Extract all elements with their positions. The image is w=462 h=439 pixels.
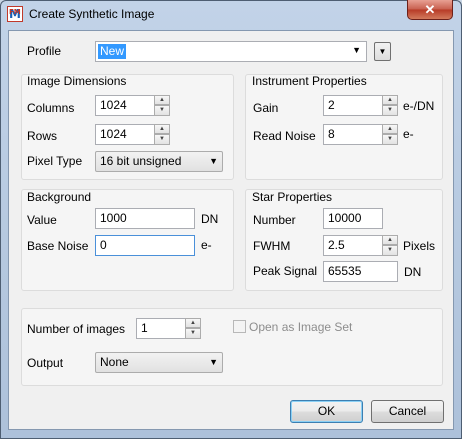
background-value-input[interactable]: 1000 [95,208,195,229]
num-images-input[interactable]: 1 [136,318,186,339]
increment-icon[interactable]: ▲ [154,95,170,105]
gain-stepper[interactable]: ▲ ▼ [382,95,398,116]
gain-label: Gain [253,101,279,115]
background-value-label: Value [27,213,57,227]
increment-icon[interactable]: ▲ [382,235,398,245]
peak-signal-label: Peak Signal [253,264,318,278]
profile-value: New [98,44,127,59]
increment-icon[interactable]: ▲ [382,95,398,105]
increment-icon[interactable]: ▲ [382,124,398,134]
base-noise-unit: e- [201,238,212,252]
peak-signal-input[interactable]: 65535 [323,261,398,282]
open-as-image-set-label: Open as Image Set [249,320,353,334]
rows-input[interactable]: 1024 [95,124,155,145]
decrement-icon[interactable]: ▼ [382,245,398,256]
cancel-button[interactable]: Cancel [371,400,444,423]
columns-stepper[interactable]: ▲ ▼ [154,95,170,116]
app-icon: FM M [7,6,23,22]
background-title: Background [27,190,92,204]
read-noise-label: Read Noise [253,129,316,143]
chevron-down-icon: ▼ [378,47,387,56]
rows-label: Rows [27,129,58,143]
output-value: None [100,355,129,369]
output-label: Output [27,356,64,370]
output-select[interactable]: None ▼ [95,352,223,373]
columns-label: Columns [27,101,75,115]
base-noise-label: Base Noise [27,239,89,253]
gain-unit: e-/DN [403,99,435,113]
star-number-label: Number [253,213,296,227]
star-number-input[interactable]: 10000 [323,208,383,229]
ok-button[interactable]: OK [290,400,363,423]
gain-input[interactable]: 2 [323,95,383,116]
chevron-down-icon: ▼ [209,357,218,367]
num-images-stepper[interactable]: ▲ ▼ [185,318,201,339]
decrement-icon[interactable]: ▼ [154,134,170,145]
read-noise-unit: e- [403,127,414,141]
fwhm-stepper[interactable]: ▲ ▼ [382,235,398,256]
fwhm-label: FWHM [253,239,291,253]
decrement-icon[interactable]: ▼ [382,134,398,145]
columns-input[interactable]: 1024 [95,95,155,116]
title-bar[interactable]: FM M Create Synthetic Image ✕ [0,0,462,30]
close-button[interactable]: ✕ [407,0,453,20]
profile-menu-button[interactable]: ▼ [374,42,391,61]
chevron-down-icon: ▼ [209,156,218,166]
increment-icon[interactable]: ▲ [154,124,170,134]
background-value-unit: DN [201,212,219,226]
window-title: Create Synthetic Image [29,7,155,21]
pixel-type-value: 16 bit unsigned [100,154,182,168]
read-noise-input[interactable]: 8 [323,124,383,145]
open-as-image-set-checkbox[interactable] [233,320,246,333]
rows-stepper[interactable]: ▲ ▼ [154,124,170,145]
fwhm-input[interactable]: 2.5 [323,235,383,256]
output-group [21,308,443,386]
read-noise-stepper[interactable]: ▲ ▼ [382,124,398,145]
decrement-icon[interactable]: ▼ [154,105,170,116]
increment-icon[interactable]: ▲ [185,318,201,328]
base-noise-input[interactable]: 0 [95,235,195,256]
instrument-properties-title: Instrument Properties [252,74,367,88]
image-dimensions-title: Image Dimensions [27,74,127,88]
fwhm-unit: Pixels [403,239,436,253]
decrement-icon[interactable]: ▼ [382,105,398,116]
pixel-type-label: Pixel Type [27,154,83,168]
star-properties-title: Star Properties [252,190,333,204]
chevron-down-icon: ▼ [352,45,361,55]
pixel-type-select[interactable]: 16 bit unsigned ▼ [95,151,223,172]
peak-signal-unit: DN [404,265,422,279]
profile-label: Profile [27,44,62,58]
num-images-label: Number of images [27,322,126,336]
profile-combo[interactable]: New ▼ [95,41,367,62]
decrement-icon[interactable]: ▼ [185,328,201,339]
